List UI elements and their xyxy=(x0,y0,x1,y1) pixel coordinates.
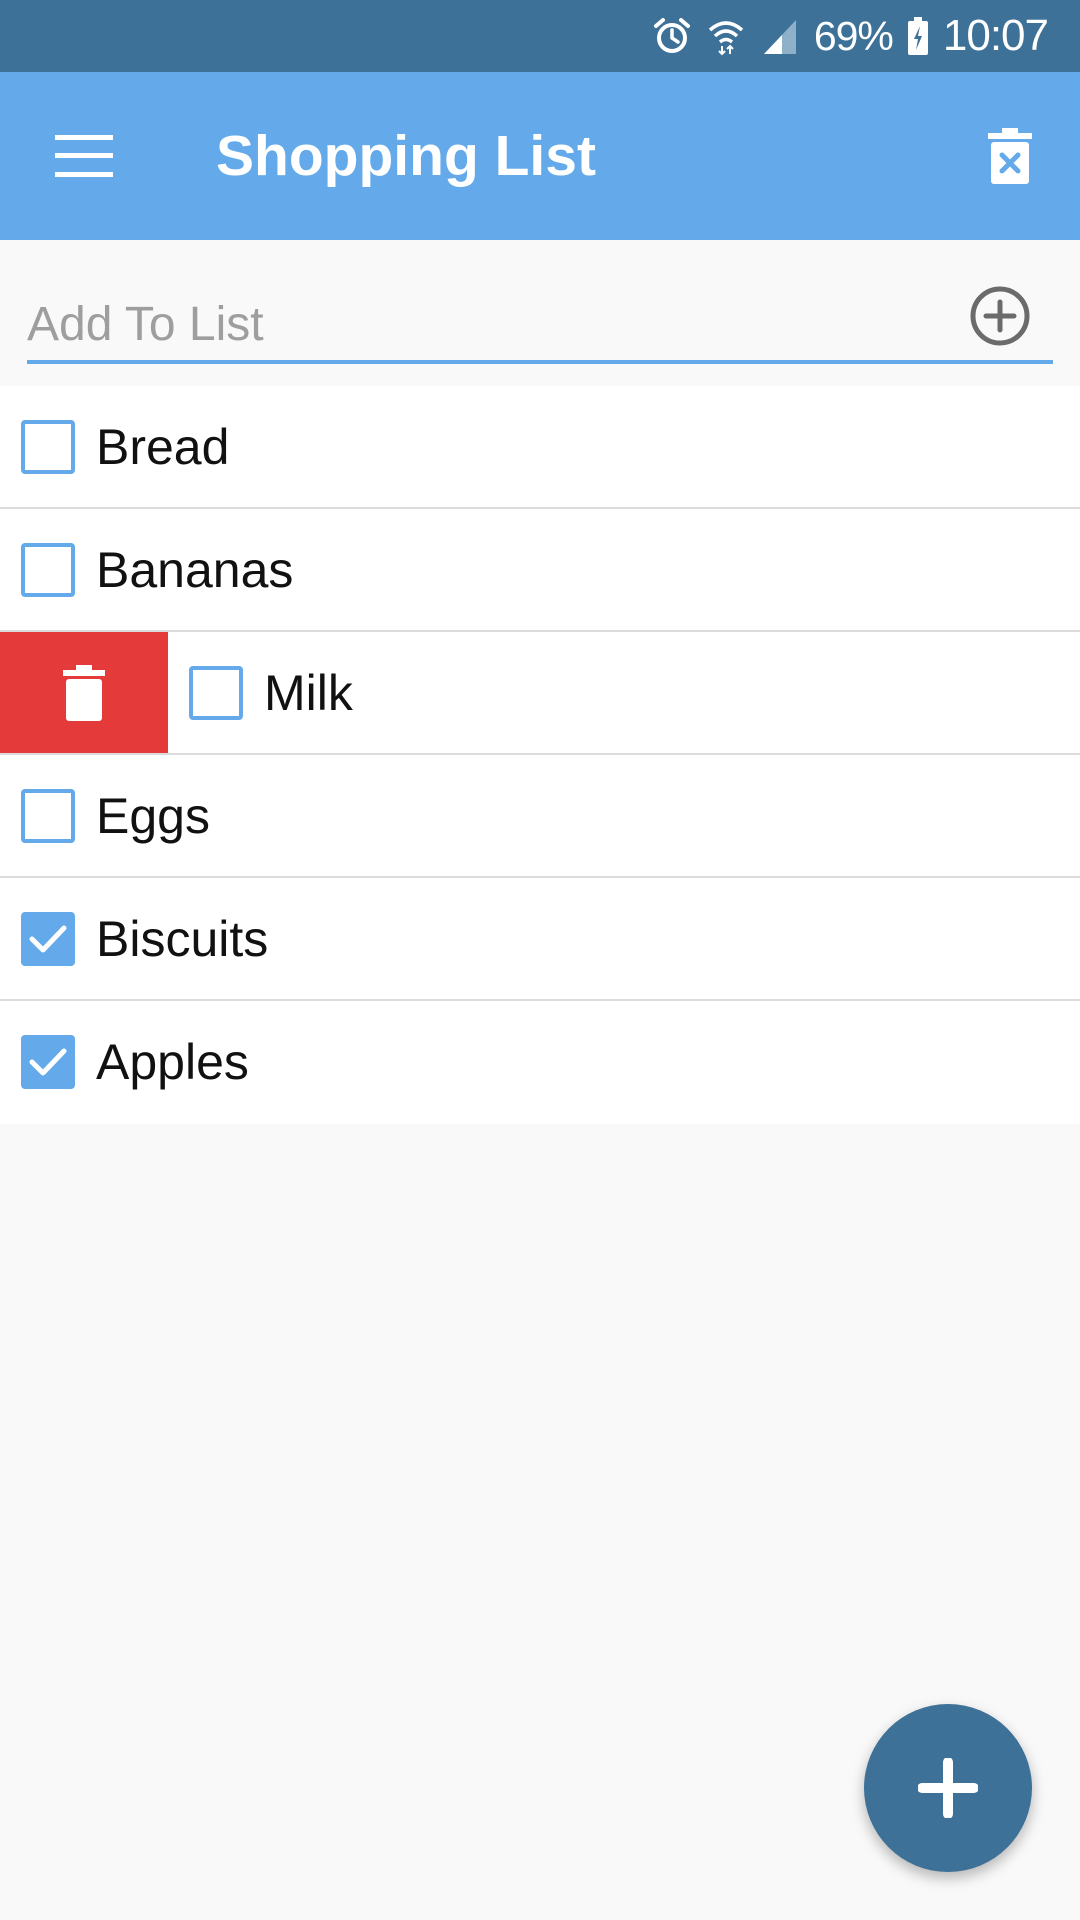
item-checkbox[interactable] xyxy=(21,788,75,843)
alarm-icon xyxy=(652,16,692,56)
list-item[interactable]: Eggs xyxy=(0,755,1080,878)
battery-charging-icon xyxy=(907,16,929,56)
hamburger-menu-icon xyxy=(55,135,113,177)
signal-icon xyxy=(760,16,800,56)
plus-icon xyxy=(918,1758,978,1818)
list-item-content[interactable]: Bread xyxy=(0,386,1080,507)
add-item-underline xyxy=(27,360,1053,364)
app-bar: Shopping List xyxy=(0,72,1080,240)
checkmark-icon xyxy=(29,1048,67,1075)
item-label: Bread xyxy=(96,418,230,475)
list-item[interactable]: Bread xyxy=(0,386,1080,509)
delete-all-icon xyxy=(988,128,1032,184)
status-bar: 69% 10:07 xyxy=(0,0,1080,72)
add-item-row xyxy=(0,240,1080,386)
battery-percent: 69% xyxy=(813,12,894,59)
list-item[interactable]: Apples xyxy=(0,1001,1080,1124)
item-checkbox-checked[interactable] xyxy=(21,911,75,966)
swipe-delete-button[interactable] xyxy=(0,632,168,753)
item-label: Apples xyxy=(96,1033,249,1090)
status-icons: 69% 10:07 xyxy=(652,0,1049,72)
wifi-icon xyxy=(706,16,746,56)
list-item-content[interactable]: Milk xyxy=(168,632,1080,753)
page-title: Shopping List xyxy=(216,124,596,188)
list-item-content[interactable]: Bananas xyxy=(0,509,1080,630)
list-item-content[interactable]: Biscuits xyxy=(0,878,1080,999)
checkmark-icon xyxy=(29,925,67,952)
list-item-content[interactable]: Apples xyxy=(0,1001,1080,1122)
item-label: Biscuits xyxy=(96,910,269,967)
item-label: Milk xyxy=(264,664,353,721)
item-checkbox[interactable] xyxy=(21,542,75,597)
add-item-input[interactable] xyxy=(27,288,947,360)
list-item[interactable]: Biscuits xyxy=(0,878,1080,1001)
fab-add-button[interactable] xyxy=(864,1704,1032,1872)
item-checkbox[interactable] xyxy=(21,419,75,474)
item-label: Eggs xyxy=(96,787,210,844)
menu-button[interactable] xyxy=(40,116,128,196)
shopping-list: Bread Bananas Milk Eggs Biscuits Apples xyxy=(0,386,1080,1124)
clock: 10:07 xyxy=(942,11,1049,60)
item-checkbox[interactable] xyxy=(189,665,243,720)
add-item-button[interactable] xyxy=(966,282,1034,350)
trash-icon xyxy=(63,664,105,721)
delete-all-button[interactable] xyxy=(970,116,1050,196)
item-checkbox-checked[interactable] xyxy=(21,1034,75,1089)
item-label: Bananas xyxy=(96,541,294,598)
list-item-content[interactable]: Eggs xyxy=(0,755,1080,876)
add-circle-icon xyxy=(970,286,1030,346)
list-item[interactable]: Milk xyxy=(0,632,1080,755)
list-item[interactable]: Bananas xyxy=(0,509,1080,632)
